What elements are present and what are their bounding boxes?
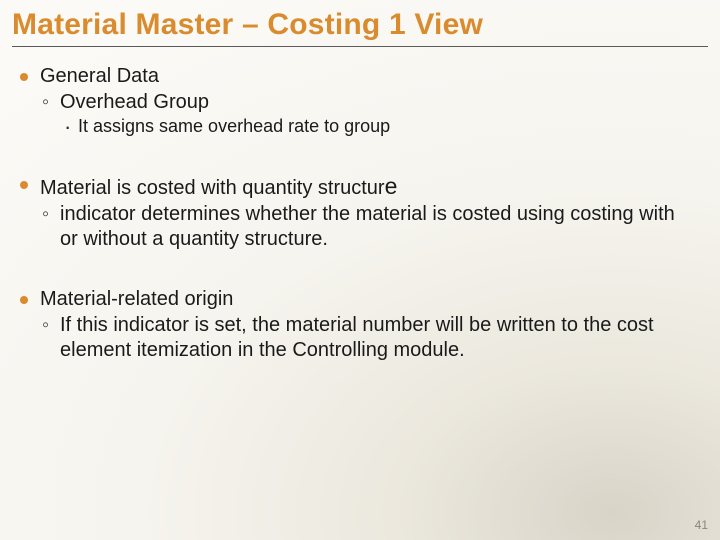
bullet-text: General Data bbox=[40, 65, 159, 87]
bullet-text-big: e bbox=[385, 173, 398, 199]
subsub-item: It assigns same overhead rate to group bbox=[60, 115, 692, 138]
subsub-text: It assigns same overhead rate to group bbox=[78, 116, 390, 136]
sub-item: If this indicator is set, the material n… bbox=[40, 313, 692, 364]
slide-body: General Data Overhead Group It assigns s… bbox=[18, 64, 692, 398]
sub-item: indicator determines whether the materia… bbox=[40, 202, 692, 253]
sub-text: If this indicator is set, the material n… bbox=[60, 314, 654, 362]
bullet-item: Material is costed with quantity structu… bbox=[18, 172, 692, 253]
sub-list: indicator determines whether the materia… bbox=[40, 202, 692, 253]
sub-text: Overhead Group bbox=[60, 91, 209, 113]
bullet-text-pre: Material is costed with quantity structu… bbox=[40, 177, 385, 199]
bullet-list: General Data Overhead Group It assigns s… bbox=[18, 64, 692, 364]
sub-item: Overhead Group It assigns same overhead … bbox=[40, 90, 692, 139]
sub-text: indicator determines whether the materia… bbox=[60, 203, 675, 251]
slide-title: Material Master – Costing 1 View bbox=[12, 8, 708, 47]
slide: Material Master – Costing 1 View General… bbox=[0, 0, 720, 540]
sub-list: If this indicator is set, the material n… bbox=[40, 313, 692, 364]
bullet-item: General Data Overhead Group It assigns s… bbox=[18, 64, 692, 138]
bullet-text: Material-related origin bbox=[40, 288, 233, 310]
bullet-item: Material-related origin If this indicato… bbox=[18, 287, 692, 364]
page-number: 41 bbox=[695, 518, 708, 532]
subsub-list: It assigns same overhead rate to group bbox=[60, 115, 692, 138]
sub-list: Overhead Group It assigns same overhead … bbox=[40, 90, 692, 139]
